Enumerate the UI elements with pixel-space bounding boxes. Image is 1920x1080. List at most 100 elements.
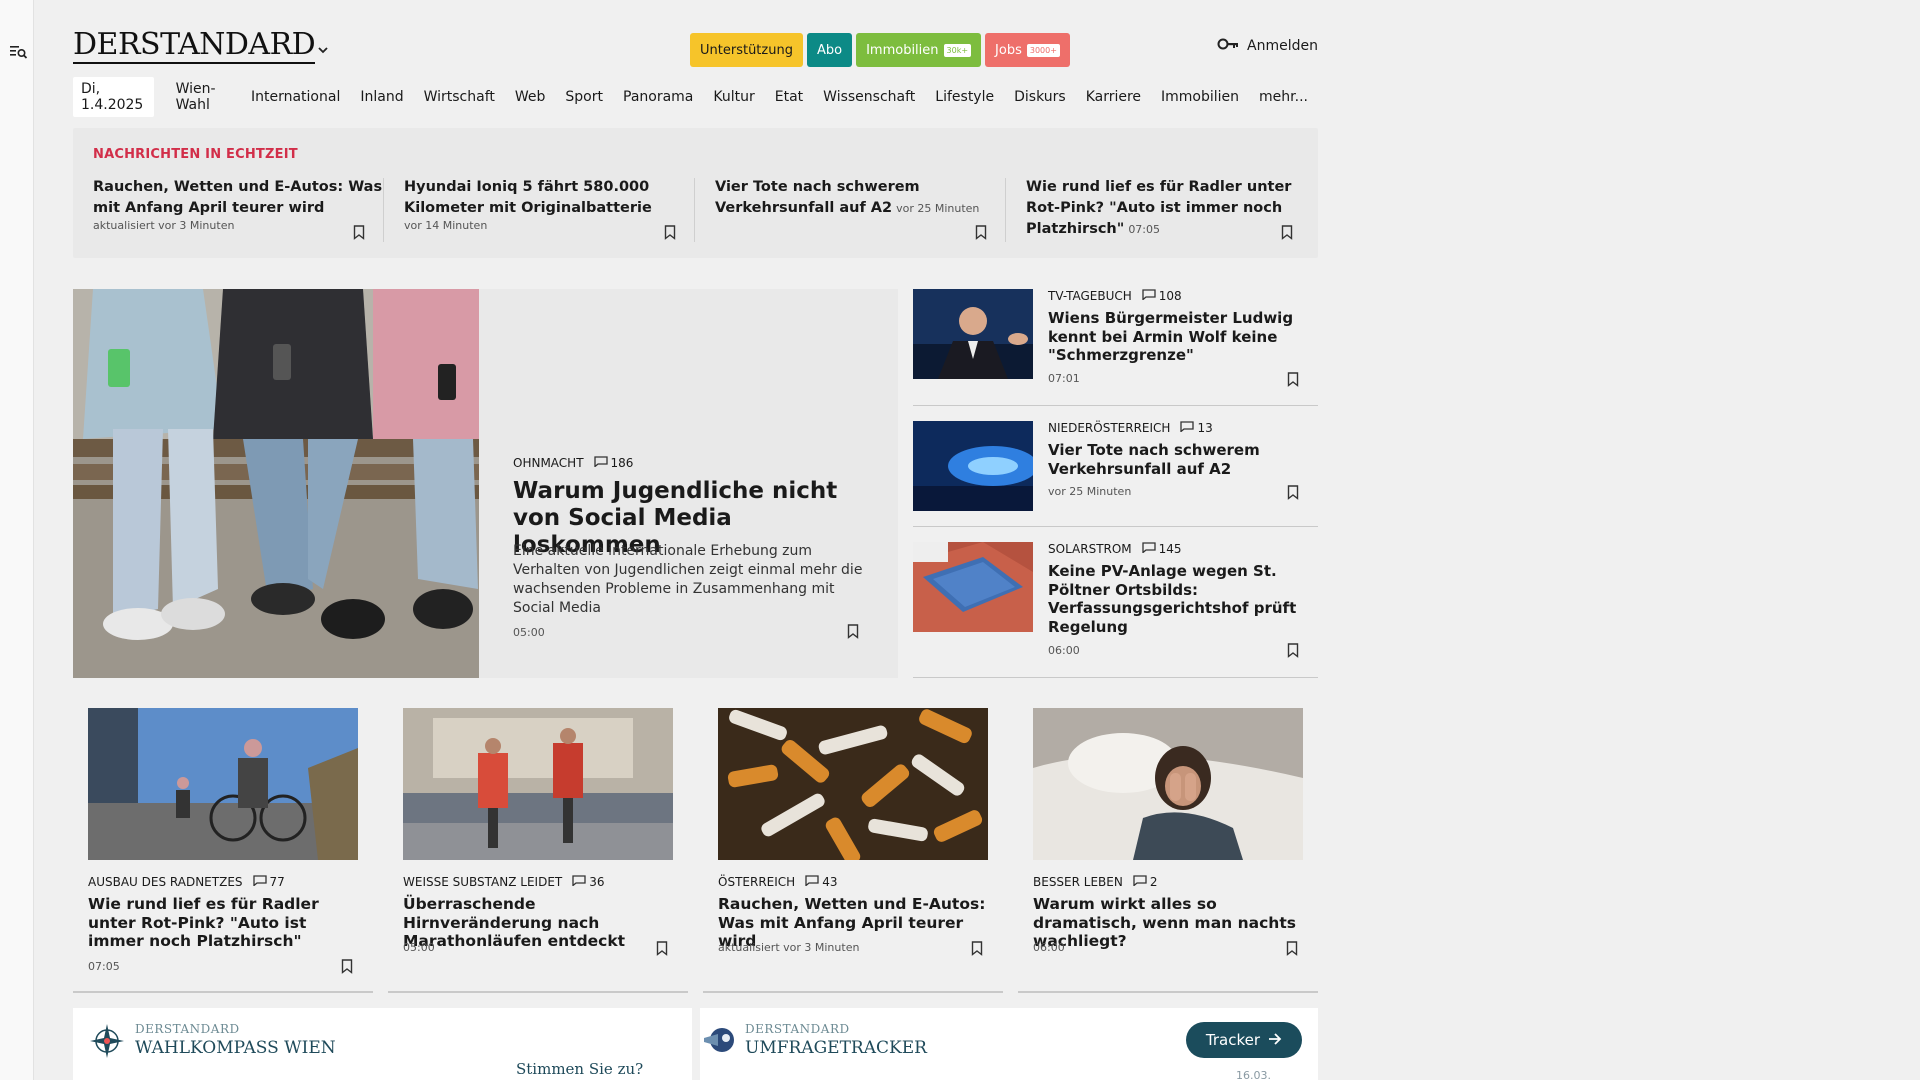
comment-count[interactable]: 186 — [593, 456, 634, 470]
nav-item-wirtschaft[interactable]: Wirtschaft — [414, 89, 505, 105]
side-story-image[interactable] — [913, 542, 1033, 632]
comment-count-value: 186 — [610, 456, 634, 470]
story-card[interactable]: WEISSE SUBSTANZ LEIDET 36 Überraschende … — [403, 708, 673, 991]
tracker-button[interactable]: Tracker — [1185, 1022, 1302, 1058]
support-label: Unterstützung — [700, 42, 793, 58]
nav-item-panorama[interactable]: Panorama — [613, 89, 703, 105]
umfragetracker-date: 16.03. — [1236, 1069, 1271, 1080]
wahlkompass-cta[interactable]: Stimmen Sie zu? — [516, 1060, 643, 1078]
nav-item-international[interactable]: International — [241, 89, 350, 105]
site-logo[interactable]: DERSTANDARD — [73, 30, 316, 64]
nav-item-kultur[interactable]: Kultur — [703, 89, 764, 105]
side-story-kicker: TV-TAGEBUCH 108 — [1048, 289, 1182, 303]
ticker-item-time: vor 25 Minuten — [896, 202, 980, 215]
comment-icon — [593, 456, 608, 470]
story-card-time: aktualisiert vor 3 Minuten — [718, 941, 860, 954]
comment-count-value: 13 — [1197, 421, 1213, 435]
bookmark-icon[interactable] — [664, 225, 676, 240]
nav-item-wissenschaft[interactable]: Wissenschaft — [813, 89, 925, 105]
login-label: Anmelden — [1247, 38, 1318, 54]
ticker-divider — [1005, 178, 1006, 242]
comment-icon — [252, 875, 267, 889]
story-card-image[interactable] — [1033, 708, 1303, 860]
immobilien-count-badge: 30k+ — [943, 43, 972, 57]
comment-count[interactable]: 77 — [252, 875, 285, 889]
abo-button[interactable]: Abo — [806, 33, 853, 67]
nav-item-inland[interactable]: Inland — [350, 89, 413, 105]
nav-item-sport[interactable]: Sport — [555, 89, 613, 105]
tracker-button-label: Tracker — [1205, 1031, 1260, 1049]
lead-story-time: 05:00 — [513, 626, 545, 639]
bookmark-icon[interactable] — [847, 624, 859, 639]
story-card[interactable]: ÖSTERREICH 43 Rauchen, Wetten und E-Auto… — [718, 708, 988, 991]
comment-count[interactable]: 13 — [1180, 421, 1213, 435]
side-story-category: TV-TAGEBUCH — [1048, 289, 1132, 303]
nav-item-wien-wahl[interactable]: Wien-Wahl — [166, 81, 241, 113]
story-card[interactable]: BESSER LEBEN 2 Warum wirkt alles so dram… — [1033, 708, 1303, 991]
bookmark-icon[interactable] — [1286, 941, 1298, 956]
comment-count[interactable]: 36 — [572, 875, 605, 889]
ticker-item[interactable]: Hyundai Ioniq 5 fährt 580.000 Kilometer … — [404, 177, 694, 247]
nav-item-more[interactable]: mehr... — [1249, 89, 1318, 105]
story-card-image[interactable] — [718, 708, 988, 860]
current-date: Di, 1.4.2025 — [73, 77, 154, 117]
story-card-title: Warum wirkt alles so dramatisch, wenn ma… — [1033, 895, 1296, 950]
story-card-category: BESSER LEBEN — [1033, 875, 1123, 889]
bookmark-icon[interactable] — [975, 225, 987, 240]
menu-search-icon[interactable] — [9, 43, 29, 61]
story-card[interactable]: AUSBAU DES RADNETZES 77 Wie rund lief es… — [88, 708, 358, 991]
jobs-count-badge: 3000+ — [1026, 43, 1060, 57]
comment-count[interactable]: 2 — [1133, 875, 1157, 889]
bookmark-icon[interactable] — [971, 941, 983, 956]
story-card-image[interactable] — [403, 708, 673, 860]
bookmark-icon[interactable] — [1287, 485, 1299, 500]
story-card-image[interactable] — [88, 708, 358, 860]
nav-item-etat[interactable]: Etat — [765, 89, 813, 105]
umfragetracker-widget[interactable]: DERSTANDARD UMFRAGETRACKER Tracker 16.03… — [700, 1008, 1318, 1080]
side-story-image[interactable] — [913, 289, 1033, 379]
comment-count[interactable]: 145 — [1142, 542, 1182, 556]
side-story-image[interactable] — [913, 421, 1033, 511]
ticker-item[interactable]: Wie rund lief es für Radler unter Rot-Pi… — [1026, 177, 1301, 247]
comment-count-value: 36 — [589, 875, 605, 889]
login-button[interactable]: Anmelden — [1217, 38, 1318, 54]
story-card-category: AUSBAU DES RADNETZES — [88, 875, 243, 889]
comment-count[interactable]: 43 — [805, 875, 837, 889]
story-card-time: 05:00 — [403, 941, 435, 954]
comment-count[interactable]: 108 — [1142, 289, 1182, 303]
ticker-item-time: 07:05 — [1128, 223, 1161, 236]
story-card-kicker: BESSER LEBEN 2 — [1033, 875, 1157, 889]
header-pills: Unterstützung Abo Immobilien 30k+ Jobs 300… — [690, 33, 1070, 67]
support-button[interactable]: Unterstützung — [690, 33, 803, 67]
side-story-category: NIEDERÖSTERREICH — [1048, 421, 1171, 435]
nav-item-web[interactable]: Web — [505, 89, 556, 105]
side-story-time: vor 25 Minuten — [1048, 485, 1132, 498]
ticker-item[interactable]: Rauchen, Wetten und E-Autos: Was mit Anf… — [93, 177, 383, 247]
bookmark-icon[interactable] — [341, 959, 353, 974]
ticker-title: NACHRICHTEN IN ECHTZEIT — [93, 147, 298, 162]
jobs-button[interactable]: Jobs 3000+ — [985, 33, 1070, 67]
side-story-title: Keine PV-Anlage wegen St. Pöltner Ortsbi… — [1048, 562, 1297, 636]
bookmark-icon[interactable] — [353, 225, 365, 240]
ticker-item-title: Rauchen, Wetten und E-Autos: Was mit Anf… — [93, 179, 383, 216]
side-story[interactable]: SOLARSTROM 145 Keine PV-Anlage wegen St.… — [913, 542, 1318, 678]
bookmark-icon[interactable] — [656, 941, 668, 956]
bookmark-icon[interactable] — [1287, 372, 1299, 387]
nav-item-lifestyle[interactable]: Lifestyle — [925, 89, 1004, 105]
immobilien-button[interactable]: Immobilien 30k+ — [856, 33, 982, 67]
story-card-title: Wie rund lief es für Radler unter Rot-Pi… — [88, 895, 319, 950]
side-story[interactable]: NIEDERÖSTERREICH 13 Vier Tote nach schwe… — [913, 421, 1318, 527]
side-story[interactable]: TV-TAGEBUCH 108 Wiens Bürgermeister Ludw… — [913, 289, 1318, 407]
side-story-time: 06:00 — [1048, 644, 1080, 657]
lead-story-image[interactable] — [73, 289, 479, 678]
chevron-down-icon[interactable] — [316, 42, 330, 56]
wahlkompass-widget[interactable]: DERSTANDARD WAHLKOMPASS WIEN Stimmen Sie… — [73, 1008, 692, 1080]
side-story-title: Vier Tote nach schwerem Verkehrsunfall a… — [1048, 441, 1260, 478]
nav-item-immobilien[interactable]: Immobilien — [1151, 89, 1249, 105]
bookmark-icon[interactable] — [1281, 225, 1293, 240]
side-story-category: SOLARSTROM — [1048, 542, 1132, 556]
nav-item-karriere[interactable]: Karriere — [1076, 89, 1151, 105]
ticker-item[interactable]: Vier Tote nach schwerem Verkehrsunfall a… — [715, 177, 1005, 247]
nav-item-diskurs[interactable]: Diskurs — [1004, 89, 1076, 105]
bookmark-icon[interactable] — [1287, 643, 1299, 658]
